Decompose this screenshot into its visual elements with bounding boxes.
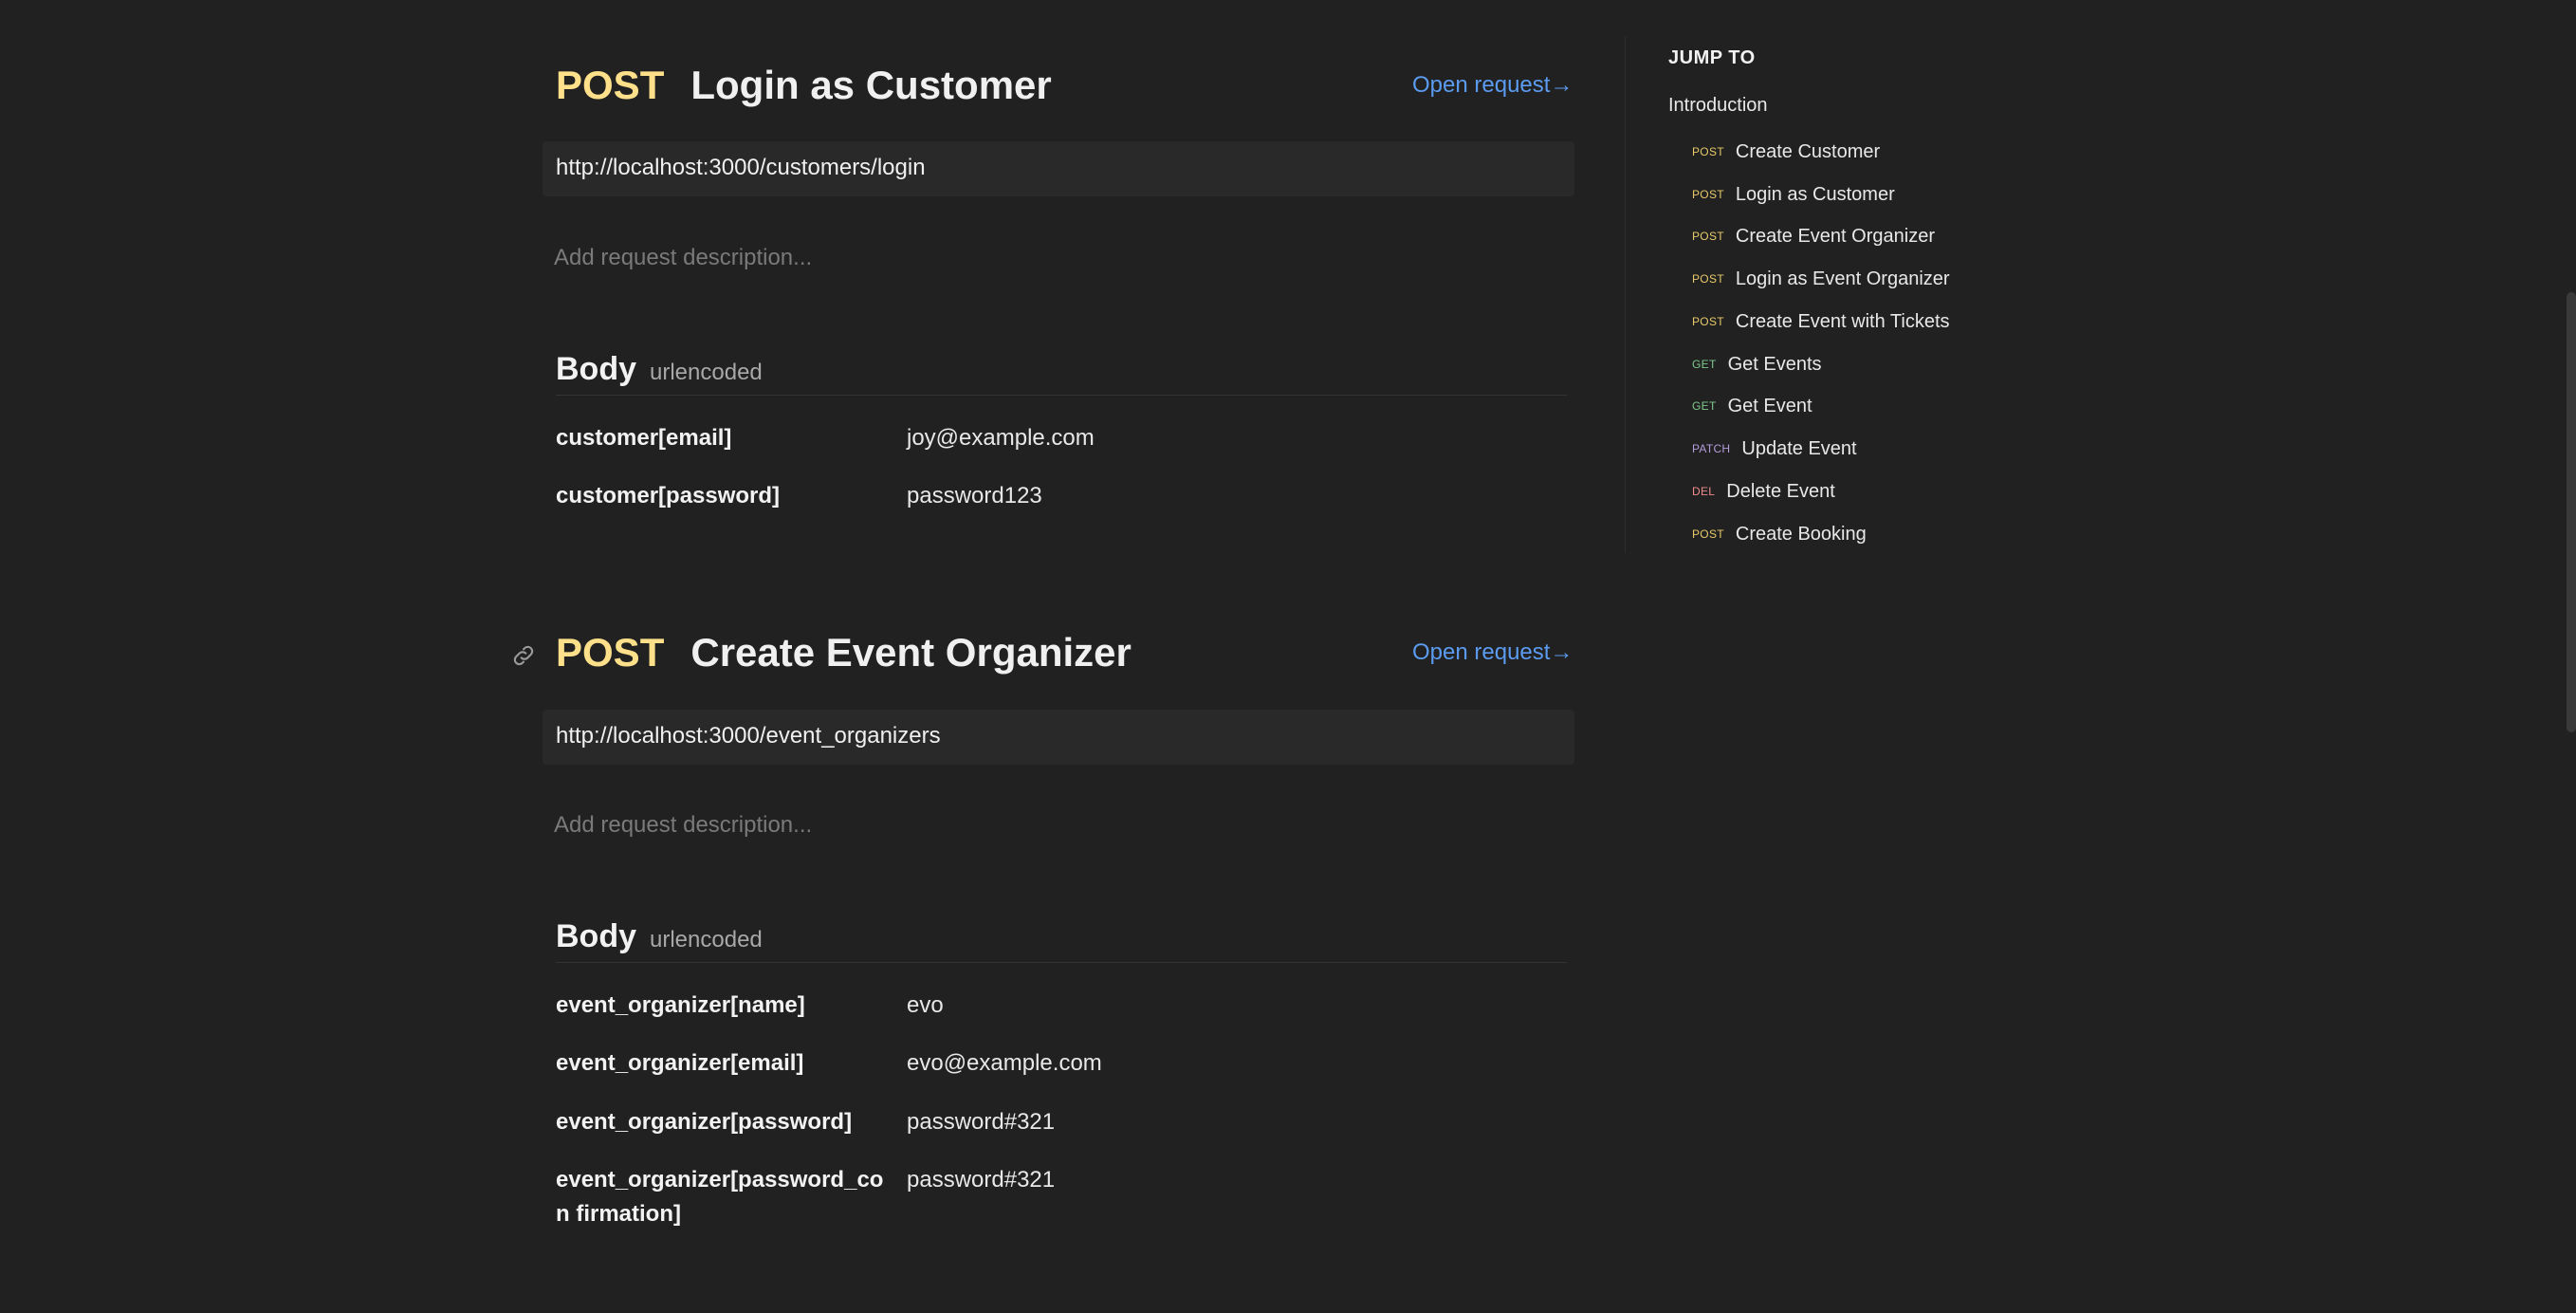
param-value: evo: [907, 992, 944, 1018]
sidebar-item-label: Get Events: [1727, 353, 1822, 375]
param-value: evo@example.com: [907, 1050, 1102, 1076]
sidebar-item-create-customer[interactable]: POST Create Customer: [1692, 138, 1880, 166]
request-url: http://localhost:3000/event_organizers: [556, 723, 941, 749]
request-header: POST Login as Customer: [556, 63, 1052, 108]
sidebar-item-create-event-organizer[interactable]: POST Create Event Organizer: [1692, 222, 1935, 250]
request-method: POST: [556, 63, 665, 107]
sidebar-item-get-event[interactable]: GET Get Event: [1692, 392, 1812, 420]
sidebar-item-get-events[interactable]: GET Get Events: [1692, 350, 1822, 379]
open-request-link[interactable]: Open request→: [1412, 639, 1573, 666]
jump-to-heading: JUMP TO: [1668, 47, 1756, 68]
sidebar-item-create-event-with-tickets[interactable]: POST Create Event with Tickets: [1692, 307, 1950, 336]
sidebar-item-introduction[interactable]: Introduction: [1668, 95, 1768, 117]
param-value: password#321: [907, 1167, 1056, 1193]
method-badge: DEL: [1692, 485, 1716, 498]
documentation-page: POST Login as Customer Open request→ htt…: [0, 0, 2576, 1313]
param-key: event_organizer[email]: [556, 1050, 804, 1076]
sidebar-item-delete-event[interactable]: DEL Delete Event: [1692, 477, 1835, 506]
body-type: urlencoded: [650, 360, 763, 385]
sidebar-item-login-as-event-organizer[interactable]: POST Login as Event Organizer: [1692, 265, 1950, 293]
request-title: Login as Customer: [690, 63, 1052, 107]
param-key: event_organizer[password]: [556, 1109, 853, 1135]
request-method: POST: [556, 630, 665, 675]
param-key: event_organizer[name]: [556, 992, 805, 1018]
body-title: Body: [556, 918, 636, 954]
request-url: http://localhost:3000/customers/login: [556, 155, 926, 180]
sidebar-item-label: Delete Event: [1726, 480, 1835, 502]
param-key: event_organizer[password_con firmation]: [556, 1167, 884, 1227]
method-badge: PATCH: [1692, 442, 1731, 455]
request-title: Create Event Organizer: [690, 630, 1132, 675]
divider: [556, 962, 1567, 963]
param-value: password123: [907, 483, 1042, 509]
request-header: POST Create Event Organizer: [556, 630, 1132, 675]
sidebar-item-label: Update Event: [1741, 437, 1857, 459]
request-url-box[interactable]: http://localhost:3000/customers/login: [543, 141, 1574, 196]
scrollbar-thumb[interactable]: [2567, 292, 2576, 732]
open-request-link[interactable]: Open request→: [1412, 72, 1573, 99]
method-badge: POST: [1692, 230, 1724, 243]
divider: [556, 395, 1567, 396]
sidebar-item-update-event[interactable]: PATCH Update Event: [1692, 435, 1857, 463]
method-badge: POST: [1692, 527, 1724, 541]
sidebar-item-label: Create Event with Tickets: [1735, 310, 1950, 332]
method-badge: POST: [1692, 188, 1724, 201]
request-description-placeholder[interactable]: Add request description...: [554, 245, 812, 271]
param-key: customer[email]: [556, 425, 732, 451]
param-value: joy@example.com: [907, 425, 1095, 451]
link-icon[interactable]: [510, 642, 537, 669]
sidebar-item-label: Create Event Organizer: [1735, 225, 1935, 247]
param-key: customer[password]: [556, 483, 781, 509]
sidebar-item-label: Get Event: [1727, 395, 1812, 416]
sidebar-item-label: Create Customer: [1735, 140, 1881, 162]
sidebar-item-label: Login as Event Organizer: [1735, 268, 1950, 289]
body-heading: Body urlencoded: [556, 918, 763, 955]
sidebar-item-label: Login as Customer: [1735, 183, 1895, 205]
body-heading: Body urlencoded: [556, 351, 763, 388]
method-badge: POST: [1692, 315, 1724, 328]
sidebar-item-login-as-customer[interactable]: POST Login as Customer: [1692, 180, 1895, 209]
request-url-box[interactable]: http://localhost:3000/event_organizers: [543, 710, 1574, 765]
method-badge: GET: [1692, 358, 1717, 371]
method-badge: GET: [1692, 399, 1717, 413]
method-badge: POST: [1692, 145, 1724, 158]
sidebar-item-create-booking[interactable]: POST Create Booking: [1692, 520, 1867, 548]
body-type: urlencoded: [650, 927, 763, 952]
request-description-placeholder[interactable]: Add request description...: [554, 812, 812, 839]
jump-to-sidebar: JUMP TO Introduction POST Create Custome…: [1625, 36, 2156, 553]
param-value: password#321: [907, 1109, 1056, 1135]
sidebar-item-label: Create Booking: [1735, 523, 1867, 545]
method-badge: POST: [1692, 272, 1724, 286]
body-title: Body: [556, 351, 636, 387]
